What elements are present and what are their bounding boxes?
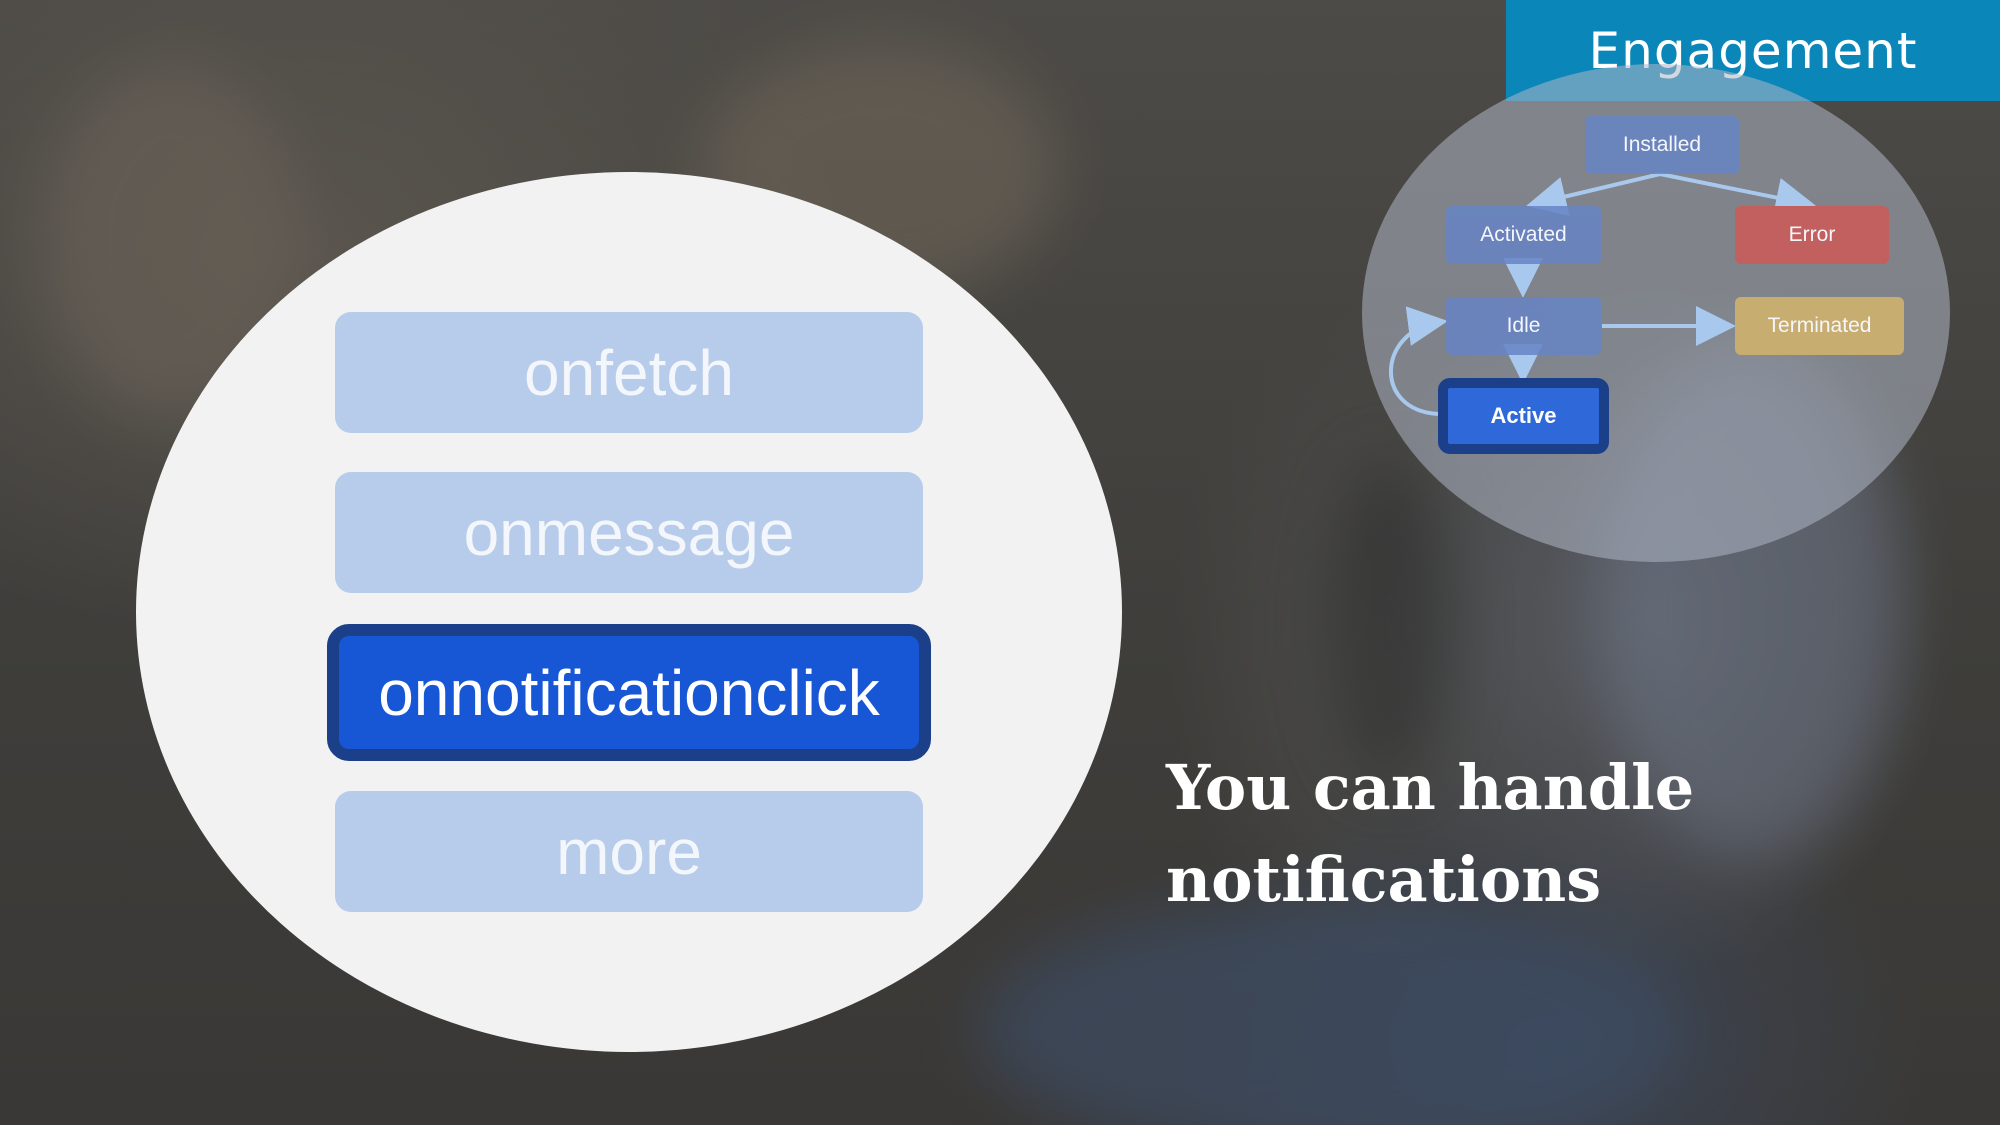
state-label: Error [1788, 223, 1836, 246]
handler-label: onfetch [524, 336, 734, 409]
state-label: Terminated [1767, 314, 1872, 337]
handler-label: onnotificationclick [378, 656, 880, 729]
caption-line: You can handle [1166, 751, 1695, 824]
state-label: Installed [1622, 133, 1702, 156]
state-active: Active [1438, 378, 1609, 454]
handler-label: more [556, 815, 702, 888]
state-idle: Idle [1446, 297, 1601, 355]
state-error: Error [1735, 206, 1889, 264]
state-installed: Installed [1585, 116, 1739, 174]
state-terminated: Terminated [1735, 297, 1904, 355]
state-label: Activated [1480, 223, 1567, 246]
state-label: Active [1490, 403, 1557, 428]
state-activated: Activated [1446, 206, 1601, 264]
handler-onfetch: onfetch [335, 312, 923, 433]
state-label: Idle [1506, 314, 1541, 337]
handler-label: onmessage [463, 496, 795, 569]
event-handler-bubble [136, 172, 1122, 1052]
background-blur [1330, 460, 1450, 780]
handler-more: more [335, 791, 923, 912]
slide-caption: You can handle notifications [1166, 742, 1726, 926]
handler-onnotificationclick: onnotificationclick [327, 624, 931, 761]
handler-onmessage: onmessage [335, 472, 923, 593]
caption-line: notifications [1166, 843, 1602, 916]
background-blur [980, 900, 1680, 1125]
